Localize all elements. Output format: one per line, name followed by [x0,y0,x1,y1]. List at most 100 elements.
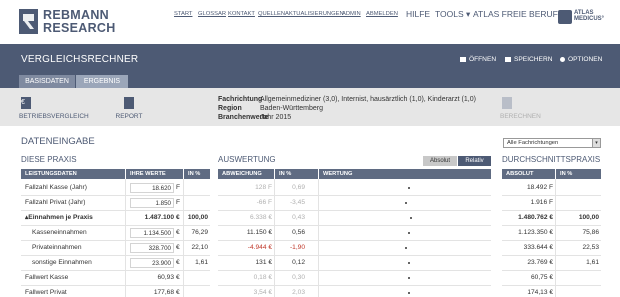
row-avg-pct: 1,61 [586,259,599,266]
row-label: ▴Einnahmen je Praxis [25,214,93,221]
value-input[interactable]: 1.134.500 [130,228,174,238]
value-input[interactable]: 328.700 [130,243,174,253]
top-header: REBMANN RESEARCH START GLOSSAR KONTAKT Q… [0,0,620,44]
column-divider [274,179,275,297]
open-button[interactable]: ÖFFNEN [460,56,496,63]
row-deviation: 0,18 € [253,274,272,281]
row-deviation: 131 € [255,259,272,266]
nav-start[interactable]: START [174,11,192,17]
row-deviation-pct: 0,12 [292,259,305,266]
report-button[interactable]: REPORT [114,97,144,120]
row-pct: 100,00 [187,214,208,221]
col-header-in-prozent-3: IN % [556,169,601,179]
wertung-marker [405,247,407,249]
region-label: Region [218,105,242,112]
open-label: ÖFFNEN [469,56,497,63]
row-deviation-pct: -3,45 [289,199,305,206]
col-header-in-prozent-2: IN % [275,169,318,179]
tab-basisdaten[interactable]: BASISDATEN [19,75,75,88]
row-avg-pct: 100,00 [578,214,599,221]
row-avg-value: 1.916 F [530,199,553,206]
folder-icon [460,56,466,62]
row-pct [184,181,208,195]
euro-icon: € [21,97,31,109]
value-input[interactable]: 18.620 [130,183,174,193]
fachrichtung-value: Allgemeinmediziner (3,0), Internist, hau… [260,96,476,103]
save-label: SPEICHERN [514,56,553,63]
berechnen-label: BERECHNEN [500,113,541,120]
row-pct: 1,61 [195,259,208,266]
row-label: sonstige Einnahmen [32,259,92,266]
row-avg-pct: 75,86 [582,229,599,236]
row-label: Kasseneinnahmen [32,229,87,236]
wertung-marker [408,262,410,264]
row-avg-value: 333.644 € [523,244,553,251]
nav-glossar[interactable]: GLOSSAR [198,11,226,17]
row-label: Privateinnahmen [32,244,82,251]
wertung-marker [410,217,412,219]
nav-tools-menu[interactable]: TOOLS ▾ [435,9,470,20]
value-input[interactable]: 1.850 [130,198,174,208]
betriebsvergleich-button[interactable]: € BETRIEBSVERGLEICH [19,97,89,120]
row-pct [184,196,208,210]
report-label: REPORT [115,113,143,120]
column-divider [555,179,556,297]
options-button[interactable]: OPTIONEN [560,56,602,63]
row-deviation-pct: 2,03 [292,289,305,296]
tab-ergebnis[interactable]: ERGEBNIS [76,75,128,88]
auswertung-title: AUSWERTUNG [218,155,276,164]
row-avg-value: 1.480.762 € [518,214,553,221]
nav-admin[interactable]: ADMIN [342,11,361,17]
row-deviation: 6.338 € [250,214,272,221]
diese-praxis-title: DIESE PRAXIS [21,155,77,164]
fachrichtung-select-value: Alle Fachrichtungen [507,140,559,146]
options-label: OPTIONEN [568,56,603,63]
row-avg-value: 18.492 F [526,184,553,191]
row-avg-value: 23.769 € [527,259,553,266]
atlas-medicus-logo[interactable]: ATLAS MEDICUS° [558,9,604,29]
atlas-line-2: MEDICUS° [574,16,605,22]
nav-kontakt[interactable]: KONTAKT [228,11,255,17]
row-avg-pct: 22,53 [582,244,599,251]
col-header-absolut: ABSOLUT [502,169,555,179]
row-avg-value: 60,75 € [531,274,553,281]
save-button[interactable]: SPEICHERN [505,56,552,63]
gear-icon [560,56,565,62]
nav-quellen[interactable]: QUELLEN [258,11,285,17]
brand-name[interactable]: REBMANN RESEARCH [43,9,116,35]
value-input[interactable]: 23.900 [130,258,174,268]
betriebsvergleich-label: BETRIEBSVERGLEICH [19,113,89,120]
row-label: Fallzahl Privat (Jahr) [25,199,86,206]
nav-atlas-freie-berufe-menu[interactable]: ATLAS FREIE BERUFE ▾ [473,9,570,20]
row-deviation: 3,54 € [253,289,272,296]
save-icon [505,56,511,62]
section-title: DATENEINGABE [21,136,95,147]
col-header-wertung: WERTUNG [319,169,491,179]
row-label: Fallwert Privat [25,289,67,296]
nav-abmelden[interactable]: ABMELDEN [366,11,398,17]
row-pct: 22,10 [191,244,208,251]
row-deviation-pct: 0,30 [292,274,305,281]
row-label: Fallzahl Kasse (Jahr) [25,184,87,191]
region-value: Baden-Württemberg [260,105,324,112]
wertung-marker [408,277,410,279]
nav-aktualisierungen[interactable]: AKTUALISIERUNGEN [285,11,344,17]
calculator-icon [502,97,512,109]
wertung-marker [405,202,407,204]
fachrichtung-select[interactable]: Alle Fachrichtungen ▾ [503,138,601,148]
row-value: 177,68 [153,289,174,296]
branchenwerte-value: Jahr 2015 [260,114,292,121]
nav-hilfe[interactable]: HILFE [406,9,430,19]
wertung-marker [408,292,410,294]
row-deviation-pct: 0,43 [292,214,305,221]
row-deviation: 11.150 € [246,229,272,236]
row-avg-value: 174,13 € [527,289,553,296]
toggle-relativ[interactable]: Relativ [458,156,491,166]
row-value: 60,93 [157,274,174,281]
fachrichtung-label: Fachrichtung [218,96,263,103]
page-title: VERGLEICHSRECHNER [21,54,139,65]
col-header-ihre-werte: IHRE WERTE [126,169,183,179]
berechnen-button[interactable]: BERECHNEN [500,97,541,120]
rebmann-logo-icon[interactable] [19,9,38,34]
toggle-absolut[interactable]: Absolut [423,156,457,166]
